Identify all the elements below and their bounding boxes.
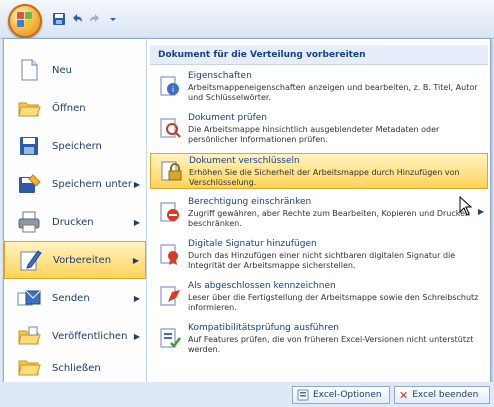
- menu-item-new[interactable]: Neu: [4, 51, 146, 89]
- submenu-item-title: Eigenschaften: [188, 71, 252, 81]
- prepare-submenu: Dokument für die Verteilung vorbereiten …: [150, 39, 488, 383]
- menu-item-publish[interactable]: Veröffentlichen ▶: [4, 317, 146, 355]
- open-folder-icon: [18, 102, 41, 117]
- mark-as-final-icon: [160, 286, 180, 306]
- exit-excel-label: Excel beenden: [412, 390, 479, 400]
- menu-item-label: Senden: [52, 292, 90, 304]
- save-as-icon: [19, 174, 41, 193]
- options-icon: [297, 389, 309, 401]
- menu-item-prepare[interactable]: Vorbereiten ▶: [4, 241, 146, 279]
- submenu-item-title: Als abgeschlossen kennzeichnen: [188, 281, 336, 291]
- printer-icon: [18, 211, 40, 233]
- menu-item-label: Drucken: [52, 216, 94, 228]
- inspect-document-icon: [160, 118, 181, 138]
- submenu-arrow-icon: ▶: [133, 331, 140, 341]
- menu-item-label: Speichern: [52, 140, 102, 152]
- submenu-item-description: Arbeitsmappeneigenschaften anzeigen und …: [188, 83, 478, 102]
- submenu-item-title: Berechtigung einschränken: [188, 197, 312, 207]
- mouse-cursor-icon: [459, 196, 473, 216]
- undo-icon[interactable]: [70, 12, 84, 26]
- close-folder-icon: [18, 360, 41, 376]
- submenu-item-title: Dokument verschlüsseln: [189, 156, 300, 166]
- redo-icon[interactable]: [88, 12, 102, 26]
- digital-signature-icon: [160, 244, 178, 265]
- submenu-item-title: Digitale Signatur hinzufügen: [188, 239, 317, 249]
- submenu-item-properties[interactable]: i Eigenschaften Arbeitsmappeneigenschaft…: [150, 69, 488, 105]
- submenu-item-description: Leser über die Fertigstellung der Arbeit…: [188, 293, 479, 312]
- submenu-arrow-icon: ▶: [477, 207, 484, 216]
- menu-item-save-as[interactable]: Speichern unter ▶: [4, 165, 146, 203]
- office-menu-commands: Neu Öffnen Speichern Speichern unter ▶ D…: [4, 39, 147, 383]
- excel-options-button[interactable]: Excel-Optionen: [292, 386, 390, 404]
- office-logo-icon: [17, 12, 33, 28]
- submenu-item-digital-signature[interactable]: Digitale Signatur hinzufügen Durch das H…: [150, 237, 488, 273]
- submenu-item-mark-final[interactable]: Als abgeschlossen kennzeichnen Leser übe…: [150, 279, 488, 315]
- submenu-item-inspect[interactable]: Dokument prüfen Die Arbeitsmappe hinsich…: [150, 111, 488, 147]
- menu-item-label: Veröffentlichen: [52, 330, 128, 342]
- submenu-item-compatibility-check[interactable]: Kompatibilitätsprüfung ausführen Auf Fea…: [150, 321, 488, 357]
- office-menu-footer: Excel-Optionen ✕ Excel beenden: [0, 382, 494, 407]
- submenu-arrow-icon: ▶: [133, 217, 140, 227]
- submenu-arrow-icon: ▶: [133, 293, 140, 303]
- menu-item-send[interactable]: Senden ▶: [4, 279, 146, 317]
- submenu-item-title: Kompatibilitätsprüfung ausführen: [188, 323, 339, 333]
- save-icon[interactable]: [52, 12, 66, 26]
- menu-item-print[interactable]: Drucken ▶: [4, 203, 146, 241]
- submenu-item-title: Dokument prüfen: [188, 113, 268, 123]
- menu-item-label: Öffnen: [52, 102, 86, 114]
- menu-item-label: Neu: [52, 64, 72, 76]
- menu-item-label: Vorbereiten: [53, 254, 112, 266]
- quick-access-toolbar: [52, 10, 120, 28]
- save-icon: [20, 137, 38, 155]
- submenu-item-description: Zugriff gewähren, aber Rechte zum Bearbe…: [188, 209, 471, 228]
- prepare-pen-icon: [20, 250, 42, 271]
- menu-item-close[interactable]: Schließen: [4, 355, 146, 381]
- new-document-icon: [21, 59, 38, 81]
- customize-toolbar-icon[interactable]: [106, 12, 120, 26]
- submenu-item-description: Die Arbeitsmappe hinsichtlich ausgeblend…: [188, 125, 440, 144]
- close-icon: ✕: [399, 388, 409, 402]
- submenu-arrow-icon: ▶: [132, 255, 139, 265]
- office-button[interactable]: [8, 4, 42, 38]
- menu-item-label: Speichern unter: [52, 178, 132, 190]
- send-mail-icon: [17, 290, 41, 306]
- menu-item-save[interactable]: Speichern: [4, 127, 146, 165]
- restrict-permission-icon: [160, 202, 179, 222]
- publish-folder-icon: [18, 326, 41, 345]
- svg-text:i: i: [172, 85, 174, 94]
- title-bar: [0, 0, 494, 39]
- compatibility-check-icon: [160, 328, 181, 348]
- properties-icon: i: [160, 76, 179, 96]
- submenu-header: Dokument für die Verteilung vorbereiten: [150, 45, 488, 65]
- submenu-item-description: Auf Features prüfen, die von früheren Ex…: [188, 335, 474, 354]
- menu-item-label: Schließen: [52, 362, 101, 374]
- submenu-arrow-icon: ▶: [133, 179, 140, 189]
- excel-options-label: Excel-Optionen: [313, 390, 382, 400]
- office-menu: Neu Öffnen Speichern Speichern unter ▶ D…: [3, 38, 491, 384]
- submenu-item-description: Durch das Hinzufügen einer nicht sichtba…: [188, 251, 456, 270]
- submenu-item-encrypt[interactable]: Dokument verschlüsseln Erhöhen Sie die S…: [150, 153, 488, 189]
- encrypt-lock-icon: [161, 161, 182, 181]
- exit-excel-button[interactable]: ✕ Excel beenden: [394, 386, 490, 404]
- submenu-item-description: Erhöhen Sie die Sicherheit der Arbeitsma…: [189, 168, 460, 187]
- submenu-item-restrict-permission[interactable]: Berechtigung einschränken Zugriff gewähr…: [150, 195, 488, 231]
- menu-item-open[interactable]: Öffnen: [4, 89, 146, 127]
